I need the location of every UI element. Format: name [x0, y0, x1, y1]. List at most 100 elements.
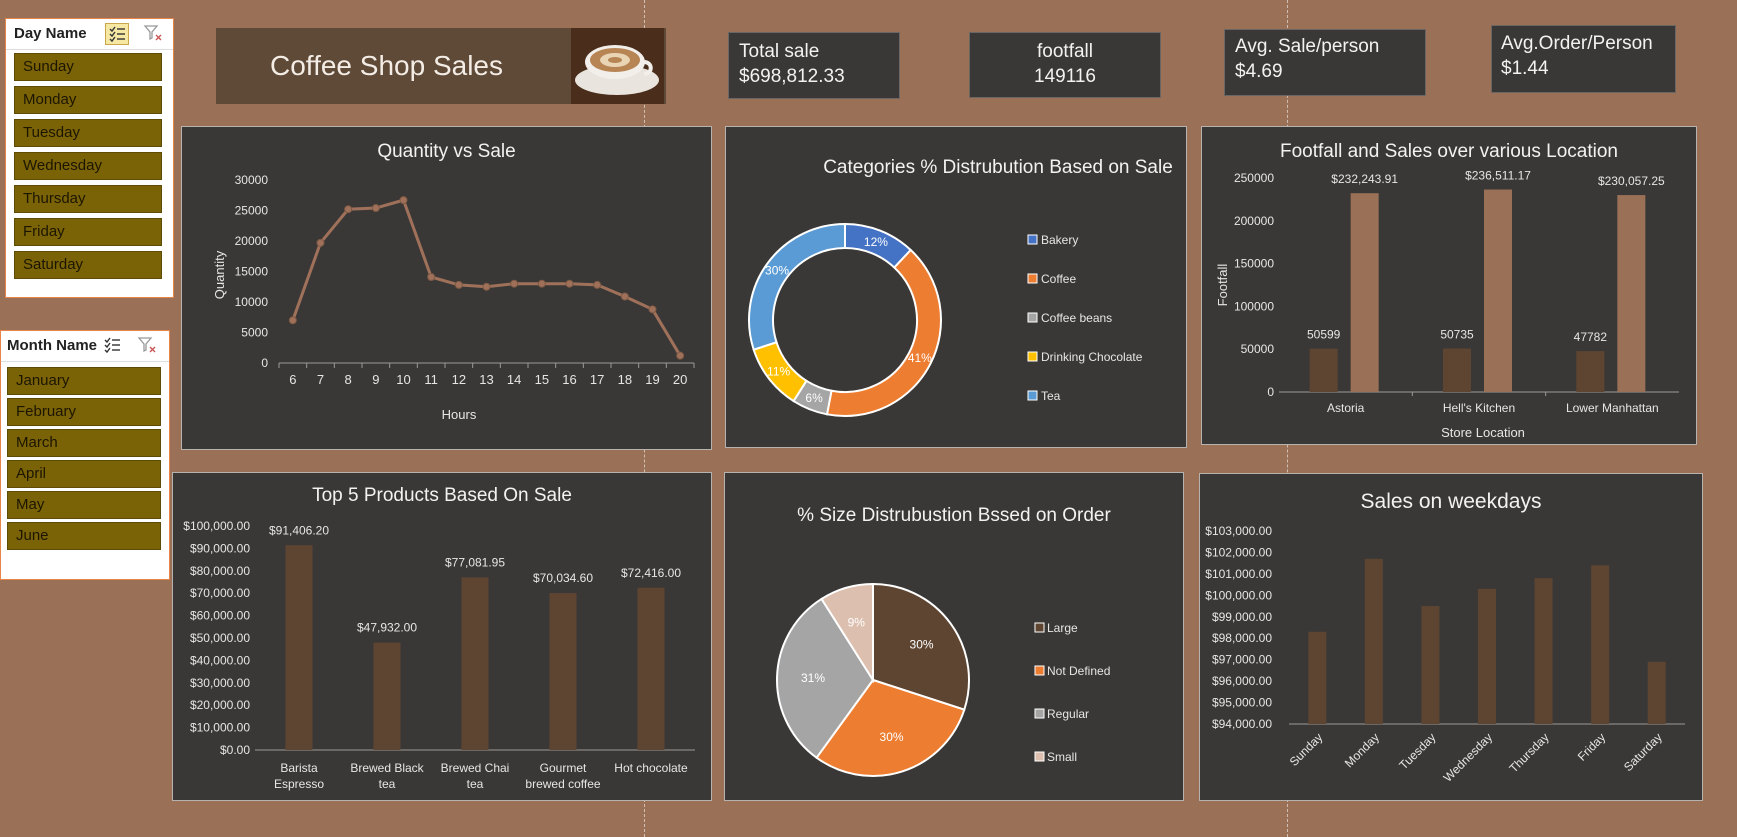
- slice-label: 11%: [767, 364, 790, 378]
- weekdays-bar-chart: $103,000.00 $102,000.00 $101,000.00 $100,00…: [1205, 524, 1685, 785]
- data-point: [344, 205, 353, 214]
- y-tick-label: $10,000.00: [190, 721, 250, 735]
- legend-swatch: [1027, 312, 1038, 323]
- y-tick-label: 5000: [241, 326, 268, 340]
- product-bar: [637, 587, 665, 750]
- x-tick-label: Astoria: [1327, 401, 1365, 415]
- x-tick-label: 10: [396, 372, 410, 387]
- chart-title: Categories % Distrubution Based on Sale: [823, 157, 1173, 178]
- legend-swatch: [1027, 273, 1038, 284]
- chart-title: Quantity vs Sale: [377, 141, 516, 162]
- weekdays-chart-panel: Sales on weekdays $103,000.00 $102,000.00…: [1199, 473, 1703, 801]
- y-tick-label: $20,000.00: [190, 698, 250, 712]
- x-tick-label: tea: [467, 777, 484, 791]
- kpi-total-sale: Total sale $698,812.33: [728, 32, 900, 99]
- sales-bar: [1484, 189, 1512, 392]
- slice-label: 30%: [880, 730, 904, 744]
- legend-label: Drinking Chocolate: [1041, 350, 1143, 364]
- slicer-item-tuesday[interactable]: Tuesday: [14, 119, 162, 147]
- chart-title: Top 5 Products Based On Sale: [312, 485, 572, 506]
- weekday-bar: [1478, 588, 1496, 724]
- slicer-item-march[interactable]: March: [7, 429, 161, 457]
- footfall-bar: [1309, 348, 1338, 392]
- y-tick-label: $101,000.00: [1205, 567, 1272, 581]
- quantity-line-chart: 30000 25000 20000 15000 10000 5000 0 6 7 8 9 10 11 12…: [212, 173, 695, 422]
- y-tick-label: $30,000.00: [190, 676, 250, 690]
- legend-swatch: [1034, 708, 1045, 719]
- data-point: [565, 279, 574, 288]
- slicer-item-february[interactable]: February: [7, 398, 161, 426]
- slicer-item-sunday[interactable]: Sunday: [14, 53, 162, 81]
- data-point: [399, 196, 408, 205]
- weekday-bar: [1534, 578, 1553, 724]
- clear-filter-icon[interactable]: [142, 23, 166, 45]
- slice-label: 41%: [908, 351, 932, 365]
- slicer-item-thursday[interactable]: Thursday: [14, 185, 162, 213]
- slicer-item-january[interactable]: January: [7, 367, 161, 395]
- data-label: $70,034.60: [533, 571, 593, 585]
- x-tick-label: Brewed Black: [350, 761, 424, 775]
- y-tick-label: $0.00: [220, 743, 250, 757]
- y-tick-label: 0: [1267, 385, 1274, 399]
- sales-bar: [1350, 193, 1379, 392]
- y-tick-label: $95,000.00: [1212, 696, 1272, 710]
- slicer-item-wednesday[interactable]: Wednesday: [14, 152, 162, 180]
- y-tick-label: $40,000.00: [190, 653, 250, 667]
- slicer-item-april[interactable]: April: [7, 460, 161, 488]
- data-label: $230,057.25: [1598, 174, 1665, 188]
- x-tick-label: 16: [562, 372, 576, 387]
- weekday-bar: [1421, 606, 1440, 724]
- slicer-item-monday[interactable]: Monday: [14, 86, 162, 114]
- legend-swatch: [1034, 622, 1045, 633]
- sales-bar: [1617, 195, 1646, 392]
- data-label: $232,243.91: [1331, 172, 1398, 186]
- x-tick-label: 20: [673, 372, 687, 387]
- slicer-item-friday[interactable]: Friday: [14, 218, 162, 246]
- y-tick-label: $98,000.00: [1212, 631, 1272, 645]
- top5-bar-chart: $100,000.00 $90,000.00 $80,000.00 $70,000.0…: [183, 519, 695, 791]
- footfall-bar: [1576, 351, 1605, 392]
- slicer-item-saturday[interactable]: Saturday: [14, 251, 162, 279]
- legend-swatch: [1027, 390, 1038, 401]
- clear-filter-icon[interactable]: [136, 335, 160, 357]
- y-tick-label: $80,000.00: [190, 564, 250, 578]
- slice-label: 12%: [864, 235, 888, 249]
- data-point: [427, 272, 436, 281]
- multi-select-icon[interactable]: [105, 23, 129, 45]
- data-label: 50735: [1440, 328, 1474, 342]
- x-tick-label: Barista: [280, 761, 318, 775]
- x-tick-label: Hot chocolate: [614, 761, 688, 775]
- y-tick-label: 0: [261, 356, 268, 370]
- data-point: [620, 292, 629, 301]
- categories-chart-panel: Categories % Distrubution Based on Sale …: [725, 126, 1187, 448]
- size-chart-panel: % Size Distrubustion Bssed on Order 30% 3…: [724, 472, 1184, 801]
- data-label: $236,511.17: [1465, 169, 1531, 183]
- month-slicer: Month Name January February March April …: [0, 330, 170, 580]
- slice-label: 30%: [765, 264, 789, 278]
- kpi-footfall: footfall 149116: [969, 32, 1161, 98]
- slice-label: 30%: [910, 638, 934, 652]
- data-label: 47782: [1574, 330, 1608, 344]
- legend-label: Bakery: [1041, 233, 1078, 247]
- x-tick-label: Gourmet: [540, 761, 587, 775]
- multi-select-icon[interactable]: [101, 335, 125, 357]
- y-tick-label: $94,000.00: [1212, 717, 1272, 731]
- data-point: [510, 279, 519, 288]
- y-axis-title: Quantity: [212, 250, 227, 299]
- slicer-item-may[interactable]: May: [7, 491, 161, 519]
- legend-label: Regular: [1047, 707, 1089, 721]
- y-tick-label: 150000: [1234, 257, 1274, 271]
- legend-label: Tea: [1041, 389, 1061, 403]
- slice-tea: [748, 222, 846, 351]
- x-axis-title: Store Location: [1441, 425, 1525, 440]
- data-label: $47,932.00: [357, 621, 417, 635]
- kpi-avg-order: Avg.Order/Person $1.44: [1491, 25, 1676, 93]
- coffee-cup-image: [571, 28, 664, 104]
- y-tick-label: $100,000.00: [1205, 588, 1272, 602]
- location-chart-panel: Footfall and Sales over various Location…: [1201, 126, 1697, 445]
- kpi-value: $4.69: [1235, 61, 1283, 82]
- y-tick-label: $102,000.00: [1205, 545, 1272, 559]
- x-tick-label: Sunday: [1287, 730, 1326, 769]
- data-point: [537, 279, 546, 288]
- slicer-item-june[interactable]: June: [7, 522, 161, 550]
